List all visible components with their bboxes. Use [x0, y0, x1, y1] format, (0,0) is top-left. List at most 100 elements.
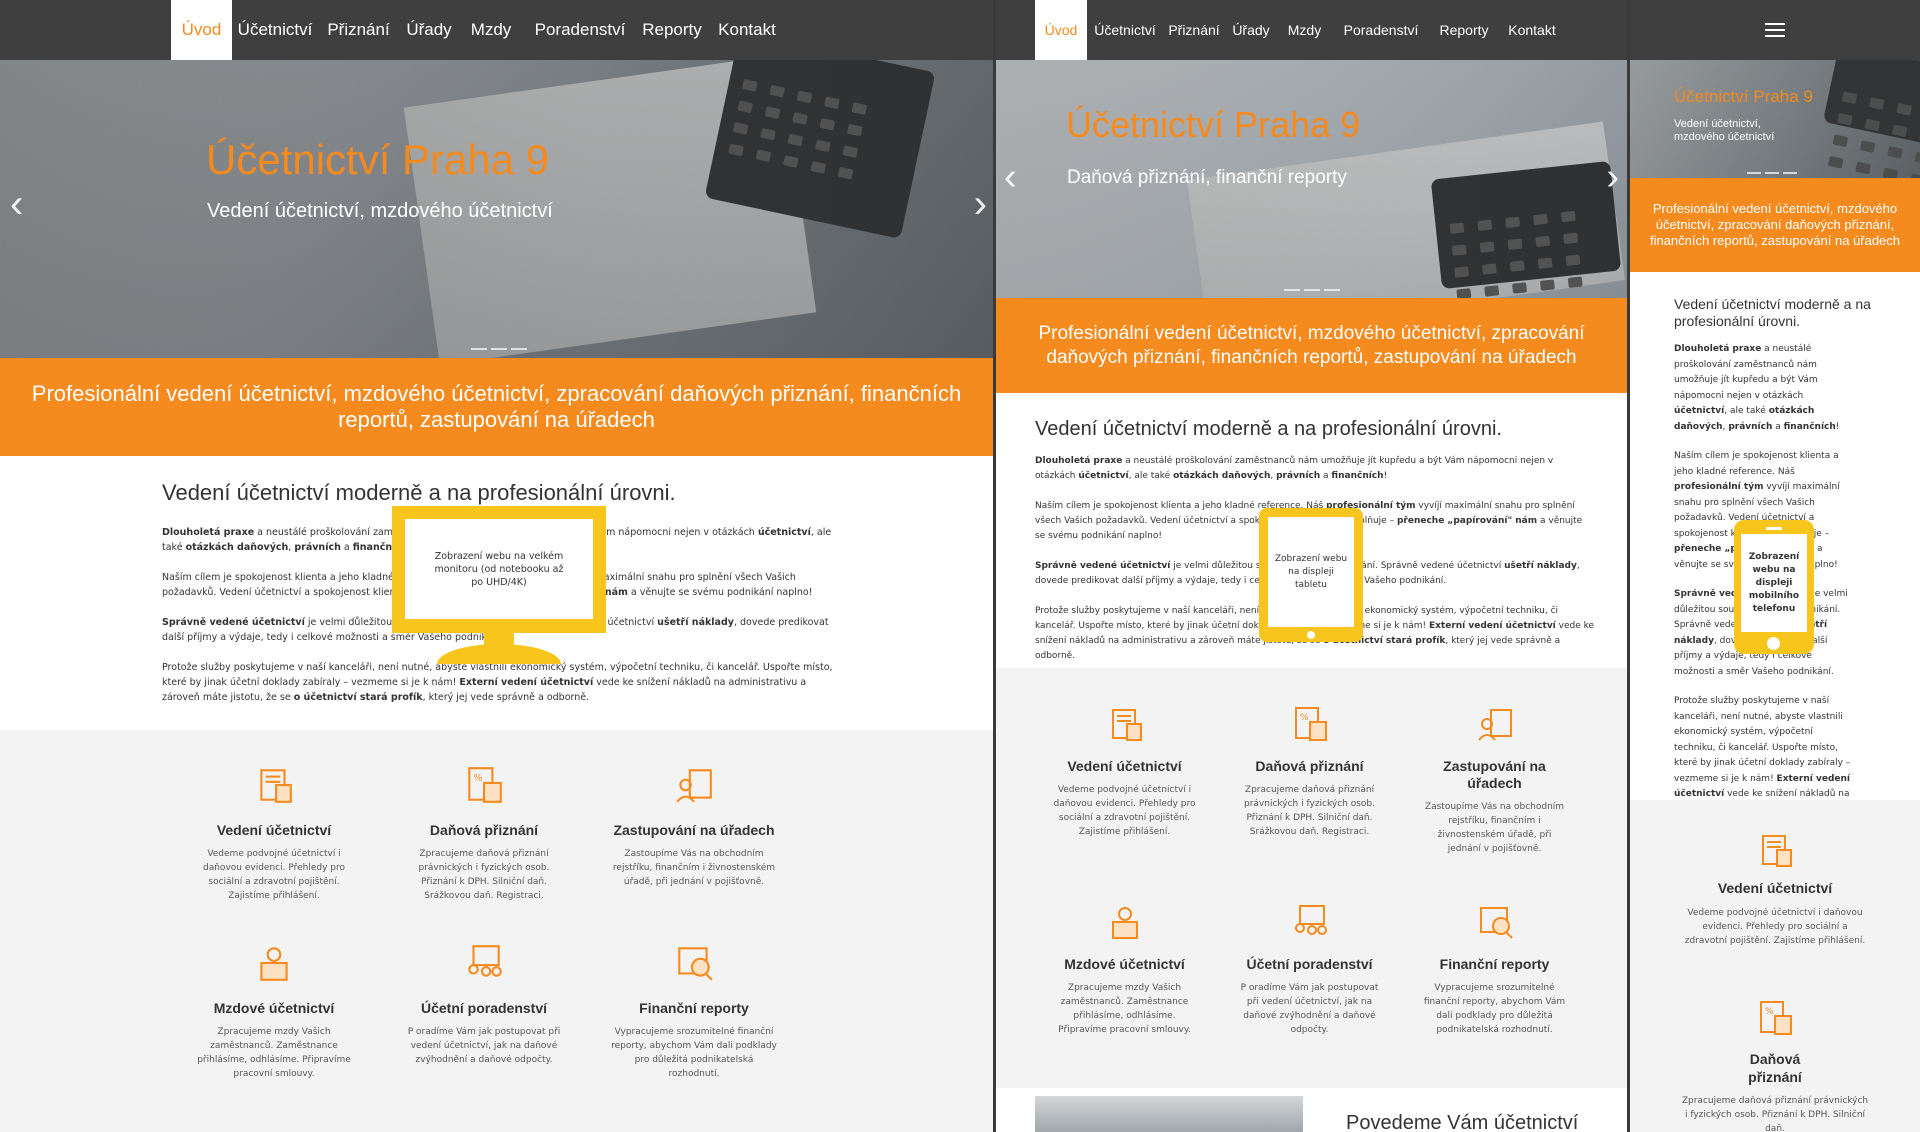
monitor-label: Zobrazení webu na velkém monitoru (od no… [405, 519, 593, 619]
service-desc: Vedeme podvojné účetnictví i daňovou evi… [1053, 785, 1196, 837]
consulting-icon [1290, 902, 1330, 942]
accounting-icon [253, 764, 295, 806]
service-title: Zastupování na úřadech [613, 822, 775, 838]
intro-title: Vedení účetnictví moderně a na profesion… [162, 480, 676, 505]
slider-dots[interactable] [471, 348, 527, 350]
next-arrow-icon[interactable]: › [1606, 158, 1619, 196]
service-card[interactable]: Účetní poradenství P oradíme Vám jak post… [379, 942, 589, 1067]
nav-ucetnictvi[interactable]: Účetnictví [1087, 0, 1163, 60]
tagline-band: Profesionální vedení účetnictví, mzdovéh… [1630, 178, 1920, 272]
monitor-base [437, 644, 561, 664]
service-desc: Zpracujeme daňová přiznání právnických i… [418, 849, 550, 901]
tax-icon: % [463, 764, 505, 806]
service-desc: Zastoupíme Vás na obchodním rejstříku, f… [1424, 802, 1565, 854]
intro-title: Vedení účetnictví moderně a na profesion… [1674, 296, 1871, 329]
mobile-preview: Účetnictví Praha 9 Vedení účetnictví, mz… [1630, 0, 1920, 1132]
nav-reporty[interactable]: Reporty [1430, 0, 1498, 60]
consulting-icon [463, 942, 505, 984]
service-card[interactable]: Vedení účetnictví Vedeme podvojné účetni… [1660, 830, 1890, 948]
intro-paragraph: Protože služby poskytujeme v naší kancel… [162, 662, 833, 703]
tagline-band: Profesionální vedení účetnictví, mzdovéh… [0, 358, 993, 456]
nav-uvod[interactable]: Úvod [171, 0, 232, 60]
service-card[interactable]: Účetní poradenství P oradíme Vám jak post… [1217, 902, 1402, 1037]
prev-arrow-icon[interactable]: ‹ [10, 184, 23, 224]
tagline-band: Profesionální vedení účetnictví, mzdovéh… [996, 298, 1627, 393]
service-title: Mzdové účetnictví [213, 1000, 335, 1016]
nav-reporty[interactable]: Reporty [637, 0, 707, 60]
service-card[interactable]: Vedení účetnictví Vedeme podvojné účetnic… [1032, 704, 1217, 839]
service-title: Daňová přiznání [1748, 1051, 1802, 1085]
hero-slider: Účetnictví Praha 9 Vedení účetnictví, mz… [0, 60, 993, 358]
hero-title: Účetnictví Praha 9 [1066, 104, 1361, 145]
nav-ucetnictvi[interactable]: Účetnictví [232, 0, 318, 60]
service-desc: P oradíme Vám jak postupovat při vedení … [1240, 983, 1379, 1035]
report-icon [1475, 902, 1515, 942]
tablet-preview: Úvod Účetnictví Přiznání Úřady Mzdy Pora… [996, 0, 1627, 1132]
tablet-nav: Úvod Účetnictví Přiznání Úřady Mzdy Pora… [996, 0, 1627, 60]
payroll-icon [253, 942, 295, 984]
payroll-icon [1105, 902, 1145, 942]
service-card[interactable]: % Daňová přiznání Zpracujeme daňová přiz… [1660, 998, 1890, 1132]
nav-urady[interactable]: Úřady [1225, 0, 1277, 60]
intro-paragraph: Dlouholetá praxe a neustálé proškolování… [1035, 456, 1554, 481]
hero-title: Účetnictví Praha 9 [1674, 87, 1813, 106]
slider-dots[interactable] [1747, 172, 1797, 174]
service-title: Mzdové účetnictví [1064, 956, 1185, 972]
service-desc: Zpracujeme mzdy Vašich zaměstnanců. Zamě… [197, 1027, 351, 1079]
nav-poradenstvi[interactable]: Poradenství [523, 0, 637, 60]
mobile-nav [1630, 0, 1920, 60]
service-title: Účetní poradenství [420, 1000, 548, 1016]
intro-paragraph: Dlouholetá praxe a neustálé proškolování… [1674, 344, 1840, 432]
svg-text:%: % [474, 773, 483, 784]
svg-text:%: % [1765, 1007, 1774, 1017]
service-desc: Zastoupíme Vás na obchodním rejstříku, f… [612, 849, 776, 887]
service-card[interactable]: Zastupování na úřadech Zastoupíme Vás na … [1402, 704, 1587, 856]
service-card[interactable]: % Daňová přiznání Zpracujeme daňová přizná… [1217, 704, 1402, 839]
service-card[interactable]: Finanční reporty Vypracujeme srozumitelné… [589, 942, 799, 1081]
service-title: Finanční reporty [1439, 956, 1550, 972]
report-icon [673, 942, 715, 984]
desktop-preview: Úvod Účetnictví Přiznání Úřady Mzdy Pora… [0, 0, 993, 1132]
nav-mzdy[interactable]: Mzdy [459, 0, 523, 60]
service-card[interactable]: Mzdové účetnictví Zpracujeme mzdy Vašich … [169, 942, 379, 1081]
service-card[interactable]: Mzdové účetnictví Zpracujeme mzdy Vašich … [1032, 902, 1217, 1037]
hero-subtitle: Vedení účetnictví, mzdového účetnictví [1674, 118, 1775, 143]
service-card[interactable]: Finanční reporty Vypracujeme srozumitelné… [1402, 902, 1587, 1037]
hero-slider: Účetnictví Praha 9 Daňová přiznání, fina… [996, 60, 1627, 298]
tablet-home-button [1307, 631, 1315, 639]
phone-speaker [1766, 527, 1782, 530]
nav-priznani[interactable]: Přiznání [318, 0, 399, 60]
service-desc: Zpracujeme daňová přiznání právnických i… [1681, 1096, 1869, 1132]
intro-title: Vedení účetnictví moderně a na profesion… [1035, 418, 1502, 440]
phone-device: Zobrazení webu na displeji mobilního tel… [1734, 520, 1814, 654]
service-desc: P oradíme Vám jak postupovat při vedení … [407, 1027, 561, 1065]
nav-kontakt[interactable]: Kontakt [707, 0, 787, 60]
next-arrow-icon[interactable]: › [974, 184, 987, 224]
tax-icon: % [1290, 704, 1330, 744]
slider-dots[interactable] [1284, 289, 1340, 291]
service-card[interactable]: Vedení účetnictví Vedeme podvojné účetnic… [169, 764, 379, 903]
service-card[interactable]: Zastupování na úřadech Zastoupíme Vás na … [589, 764, 799, 889]
service-card[interactable]: % Daňová přiznání Zpracujeme daňová přizná… [379, 764, 589, 903]
service-title: Zastupování na úřadech [1443, 758, 1546, 791]
nav-urady[interactable]: Úřady [399, 0, 459, 60]
nav-kontakt[interactable]: Kontakt [1498, 0, 1566, 60]
tablet-device: Zobrazení webu na displeji tabletu [1259, 508, 1363, 642]
tax-icon: % [1755, 998, 1795, 1038]
office-icon [1475, 704, 1515, 744]
nav-priznani[interactable]: Přiznání [1163, 0, 1225, 60]
svg-text:%: % [1300, 713, 1309, 723]
main-nav: Úvod Účetnictví Přiznání Úřady Mzdy Pora… [0, 0, 993, 60]
prev-arrow-icon[interactable]: ‹ [1004, 158, 1017, 196]
service-title: Daňová přiznání [1255, 758, 1364, 774]
nav-uvod[interactable]: Úvod [1035, 0, 1087, 60]
nav-poradenstvi[interactable]: Poradenství [1332, 0, 1430, 60]
service-title: Vedení účetnictví [1067, 758, 1182, 774]
bottom-heading: Povedeme Vám účetnictví [1346, 1112, 1579, 1132]
nav-mzdy[interactable]: Mzdy [1277, 0, 1332, 60]
hero-slider: Účetnictví Praha 9 Vedení účetnictví, mz… [1630, 60, 1920, 178]
service-title: Účetní poradenství [1246, 956, 1373, 972]
service-desc: Vypracujeme srozumitelné finanční report… [1423, 983, 1566, 1035]
tablet-label: Zobrazení webu na displeji tabletu [1268, 517, 1354, 627]
hamburger-menu-icon[interactable] [1765, 19, 1785, 41]
